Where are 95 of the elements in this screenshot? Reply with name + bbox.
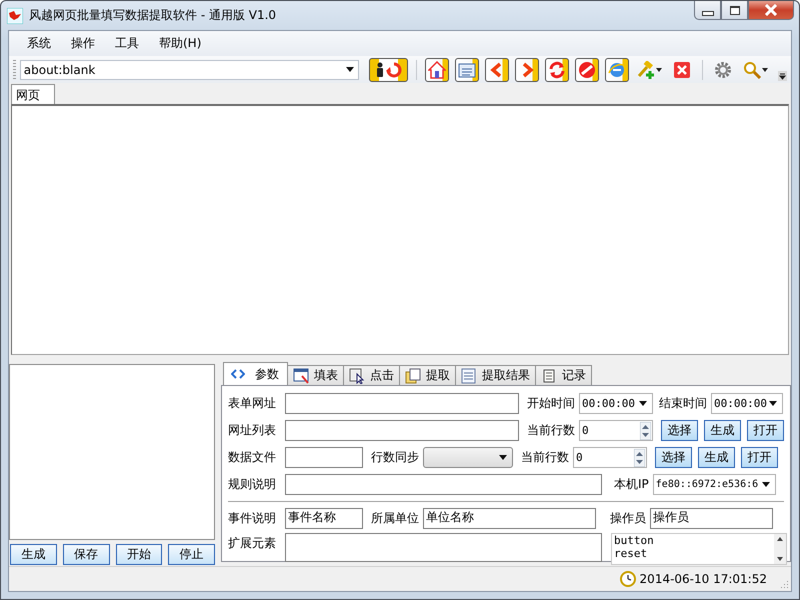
toolbar-button[interactable] bbox=[454, 58, 479, 82]
text-field[interactable] bbox=[285, 420, 519, 441]
action-button[interactable]: 生成 bbox=[704, 420, 741, 441]
dropdown-arrow-icon bbox=[499, 455, 507, 460]
refresh-icon bbox=[386, 62, 402, 78]
field-label: 本机IP bbox=[614, 476, 649, 493]
stop-icon bbox=[578, 60, 596, 78]
action-button[interactable]: 选择 bbox=[655, 447, 692, 468]
menu-item[interactable]: 操作 bbox=[61, 35, 105, 52]
close-icon bbox=[674, 62, 690, 78]
field-label: 开始时间 bbox=[527, 395, 575, 412]
clock-icon bbox=[620, 571, 636, 587]
number-field[interactable]: 0 bbox=[579, 420, 653, 441]
field-label: 结束时间 bbox=[659, 395, 707, 412]
person-icon bbox=[374, 62, 385, 78]
panel-tab[interactable]: 参数 bbox=[223, 362, 288, 385]
action-button[interactable]: 选择 bbox=[661, 420, 698, 441]
field-label: 行数同步 bbox=[371, 449, 419, 466]
dropdown-arrow-icon bbox=[762, 482, 770, 487]
toolbar-button[interactable] bbox=[544, 58, 569, 82]
sheet-icon bbox=[461, 368, 477, 384]
close-button[interactable] bbox=[748, 1, 794, 20]
settings-icon bbox=[714, 60, 732, 78]
action-button[interactable]: 生成 bbox=[698, 447, 735, 468]
toolbar-button[interactable] bbox=[424, 58, 449, 82]
toolbar-button[interactable] bbox=[604, 58, 629, 82]
action-button[interactable]: 保存 bbox=[62, 544, 110, 565]
browser-tab[interactable]: 网页 bbox=[11, 84, 55, 104]
status-time: 2014-06-10 17:01:52 bbox=[640, 572, 767, 586]
maximize-button[interactable] bbox=[721, 1, 748, 20]
field-label: 当前行数 bbox=[527, 422, 575, 439]
list-item[interactable]: button bbox=[614, 534, 654, 547]
number-field[interactable]: 0 bbox=[573, 447, 647, 468]
scrollbar-icon[interactable] bbox=[774, 534, 786, 564]
action-button[interactable]: 打开 bbox=[747, 420, 784, 441]
address-field[interactable]: about:blank bbox=[20, 60, 359, 80]
scroll-icon bbox=[541, 368, 557, 384]
element-list[interactable]: button reset bbox=[611, 533, 787, 565]
panel-tab[interactable]: 提取结果 bbox=[455, 365, 536, 385]
minimize-button[interactable] bbox=[694, 1, 721, 20]
globe-icon bbox=[608, 60, 626, 78]
menu-item[interactable]: 工具 bbox=[105, 35, 149, 52]
toolbar-button[interactable] bbox=[574, 58, 599, 82]
field-label: 当前行数 bbox=[521, 449, 569, 466]
reload-icon bbox=[548, 60, 566, 78]
code-icon bbox=[231, 368, 245, 380]
overflow-icon[interactable] bbox=[778, 71, 787, 81]
resize-grip-icon[interactable] bbox=[779, 579, 789, 589]
dropdown-field[interactable]: 00:00:00 bbox=[711, 393, 783, 414]
toolbar-button[interactable] bbox=[514, 58, 539, 82]
field-label: 操作员 bbox=[610, 510, 646, 527]
menu-item[interactable]: 系统 bbox=[17, 35, 61, 52]
close-icon bbox=[764, 4, 778, 16]
panel-tab[interactable]: 提取 bbox=[399, 365, 456, 385]
dropdown-field[interactable]: 00:00:00 bbox=[579, 393, 653, 414]
window-title: 风越网页批量填写数据提取软件 - 通用版 V1.0 bbox=[29, 7, 278, 24]
toolbar-button[interactable] bbox=[368, 58, 408, 82]
field-label: 所属单位 bbox=[371, 510, 419, 527]
dropdown-field[interactable]: fe80::6972:e536:6 bbox=[652, 474, 776, 495]
panel-tab[interactable]: 记录 bbox=[535, 365, 592, 385]
hammer-plus-icon bbox=[636, 60, 655, 78]
text-field[interactable]: 单位名称 bbox=[423, 508, 596, 529]
dropdown-arrow-icon bbox=[346, 67, 354, 72]
panel-tab[interactable]: 点击 bbox=[343, 365, 400, 385]
folder-icon bbox=[458, 62, 476, 78]
spin-arrows-icon bbox=[640, 422, 651, 440]
spin-arrows-icon bbox=[634, 448, 645, 466]
menu-item[interactable]: 帮助(H) bbox=[149, 35, 212, 52]
text-field[interactable] bbox=[285, 474, 602, 495]
text-field[interactable] bbox=[285, 447, 363, 468]
action-button[interactable]: 打开 bbox=[741, 447, 778, 468]
field-label: 规则说明 bbox=[228, 476, 277, 493]
search-icon bbox=[742, 60, 761, 78]
text-field[interactable]: 事件名称 bbox=[285, 508, 363, 529]
back-icon bbox=[490, 62, 504, 78]
toolbar-button[interactable] bbox=[484, 58, 509, 82]
panel-tab[interactable]: 填表 bbox=[287, 365, 344, 385]
app-icon bbox=[7, 8, 23, 24]
dropdown-arrow-icon bbox=[769, 401, 777, 406]
field-label: 事件说明 bbox=[228, 510, 277, 527]
text-area[interactable] bbox=[285, 533, 602, 562]
text-field[interactable]: 操作员 bbox=[650, 508, 773, 529]
action-button[interactable]: 停止 bbox=[168, 544, 215, 565]
field-label: 网址列表 bbox=[228, 422, 277, 439]
dropdown-arrow-icon bbox=[639, 401, 647, 406]
dropdown-field[interactable] bbox=[423, 447, 513, 468]
action-button[interactable]: 生成 bbox=[10, 544, 57, 565]
list-item[interactable]: reset bbox=[614, 547, 654, 560]
text-field[interactable] bbox=[285, 393, 519, 414]
home-icon bbox=[428, 60, 446, 78]
toolbar-grip[interactable] bbox=[13, 60, 16, 80]
action-button[interactable]: 开始 bbox=[116, 544, 162, 565]
field-label: 扩展元素 bbox=[228, 535, 277, 552]
field-label: 数据文件 bbox=[228, 449, 277, 466]
field-label: 表单网址 bbox=[228, 395, 277, 412]
